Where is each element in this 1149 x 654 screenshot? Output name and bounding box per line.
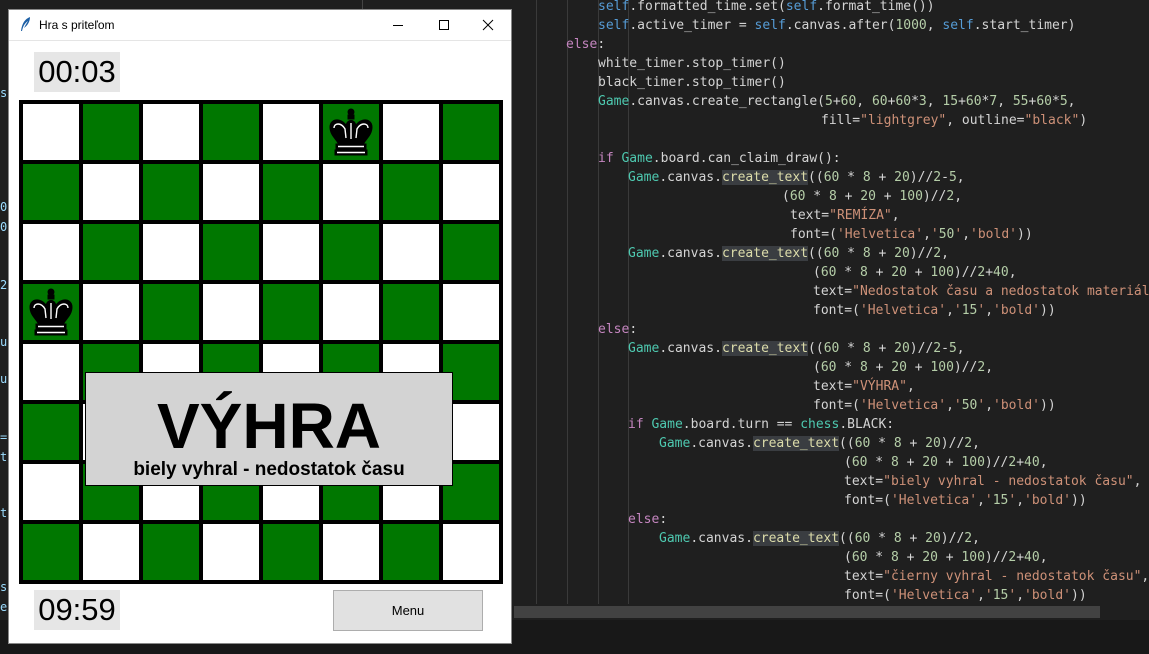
- board-square[interactable]: [383, 104, 439, 160]
- code-line: if Game.board.turn == chess.BLACK:: [628, 417, 895, 432]
- black-king-icon[interactable]: [23, 284, 79, 340]
- board-square[interactable]: [143, 164, 199, 220]
- title-bar[interactable]: Hra s priteľom: [9, 10, 511, 41]
- board-square[interactable]: [143, 224, 199, 280]
- board-square[interactable]: [263, 284, 319, 340]
- board-square[interactable]: [83, 284, 139, 340]
- code-line: (60 * 8 + 20 + 100)//2+40,: [844, 550, 1048, 565]
- code-line: white_timer.stop_timer(): [598, 56, 786, 71]
- board-square[interactable]: [323, 164, 379, 220]
- code-line: Game.canvas.create_text((60 * 8 + 20)//2…: [628, 170, 965, 185]
- board-square[interactable]: [23, 224, 79, 280]
- code-line: (60 * 8 + 20 + 100)//2+40,: [844, 455, 1048, 470]
- board-square[interactable]: [23, 104, 79, 160]
- code-line: self.active_timer = self.canvas.after(10…: [598, 18, 1076, 33]
- board-square[interactable]: [383, 164, 439, 220]
- board-square[interactable]: [323, 224, 379, 280]
- result-title: VÝHRA: [156, 390, 382, 462]
- code-line: text="biely vyhral - nedostatok času",: [844, 474, 1142, 489]
- code-line: Game.canvas.create_text((60 * 8 + 20)//2…: [628, 246, 949, 261]
- board-square[interactable]: [143, 524, 199, 580]
- player-timer: 09:59: [34, 590, 120, 630]
- indent-guide: [567, 0, 568, 604]
- code-line: text="čierny vyhral - nedostatok času",: [844, 569, 1149, 584]
- code-line: Game.canvas.create_rectangle(5+60, 60+60…: [598, 94, 1076, 109]
- maximize-button[interactable]: [421, 10, 467, 40]
- game-window: Hra s priteľom 00:03 VÝHRA biely vyhral -…: [8, 9, 512, 644]
- board-square[interactable]: [383, 224, 439, 280]
- board-square[interactable]: [323, 284, 379, 340]
- code-line: (60 * 8 + 20 + 100)//2,: [813, 360, 994, 375]
- board-square[interactable]: [23, 404, 79, 460]
- chess-board[interactable]: VÝHRA biely vyhral - nedostatok času: [19, 100, 503, 584]
- board-square[interactable]: [203, 164, 259, 220]
- opponent-timer: 00:03: [34, 52, 120, 92]
- code-line: font=('Helvetica','15','bold')): [813, 303, 1056, 318]
- board-square[interactable]: [83, 224, 139, 280]
- indent-guide: [536, 0, 537, 604]
- board-square[interactable]: [383, 524, 439, 580]
- board-square[interactable]: [83, 104, 139, 160]
- board-square[interactable]: [143, 284, 199, 340]
- code-line: Game.canvas.create_text((60 * 8 + 20)//2…: [659, 436, 980, 451]
- code-line: if Game.board.can_claim_draw():: [598, 151, 841, 166]
- close-button[interactable]: [465, 10, 511, 40]
- board-square[interactable]: [203, 104, 259, 160]
- code-line: text="REMÍZA",: [790, 208, 900, 223]
- code-line: black_timer.stop_timer(): [598, 75, 786, 90]
- board-square[interactable]: [443, 164, 499, 220]
- board-square[interactable]: [83, 164, 139, 220]
- board-square[interactable]: [443, 284, 499, 340]
- minimize-button[interactable]: [375, 10, 421, 40]
- code-line: else:: [566, 37, 606, 52]
- maximize-icon: [439, 20, 449, 30]
- board-square[interactable]: [83, 524, 139, 580]
- close-icon: [482, 19, 494, 31]
- code-line: fill="lightgrey", outline="black"): [821, 113, 1088, 128]
- code-line: self.formatted_time.set(self.format_time…: [598, 0, 935, 14]
- board-square[interactable]: [383, 284, 439, 340]
- menu-button[interactable]: Menu: [333, 590, 483, 631]
- code-line: font=('Helvetica','15','bold')): [844, 493, 1087, 508]
- code-line: Game.canvas.create_text((60 * 8 + 20)//2…: [659, 531, 980, 546]
- code-line: font=('Helvetica','50','bold')): [813, 398, 1056, 413]
- board-square[interactable]: [143, 104, 199, 160]
- window-title: Hra s priteľom: [39, 18, 115, 32]
- result-subtitle: biely vyhral - nedostatok času: [133, 459, 405, 480]
- horizontal-scrollbar[interactable]: [514, 606, 1100, 618]
- board-square[interactable]: [263, 104, 319, 160]
- board-square[interactable]: [263, 524, 319, 580]
- code-line: font=('Helvetica','50','bold')): [790, 227, 1033, 242]
- black-king-icon[interactable]: [323, 104, 379, 160]
- code-line: text="VÝHRA",: [813, 379, 915, 394]
- board-square[interactable]: [203, 524, 259, 580]
- feather-icon: [21, 17, 30, 31]
- minimize-icon: [393, 25, 403, 26]
- board-square[interactable]: [443, 224, 499, 280]
- board-square[interactable]: [443, 524, 499, 580]
- code-line: (60 * 8 + 20 + 100)//2+40,: [813, 265, 1017, 280]
- code-line: (60 * 8 + 20 + 100)//2,: [782, 189, 963, 204]
- code-line: else:: [598, 322, 638, 337]
- board-square[interactable]: [263, 224, 319, 280]
- code-line: font=('Helvetica','15','bold')): [844, 588, 1087, 603]
- board-square[interactable]: [23, 524, 79, 580]
- code-line: Game.canvas.create_text((60 * 8 + 20)//2…: [628, 341, 965, 356]
- code-line: text="Nedostatok času a nedostatok mater…: [813, 284, 1149, 299]
- board-square[interactable]: [263, 164, 319, 220]
- board-square[interactable]: [23, 164, 79, 220]
- board-square[interactable]: [23, 464, 79, 520]
- board-square[interactable]: [323, 524, 379, 580]
- board-square[interactable]: [443, 104, 499, 160]
- board-square[interactable]: [23, 344, 79, 400]
- board-square[interactable]: [203, 284, 259, 340]
- result-dialog: VÝHRA biely vyhral - nedostatok času: [85, 372, 453, 486]
- board-square[interactable]: [203, 224, 259, 280]
- code-line: else:: [628, 512, 668, 527]
